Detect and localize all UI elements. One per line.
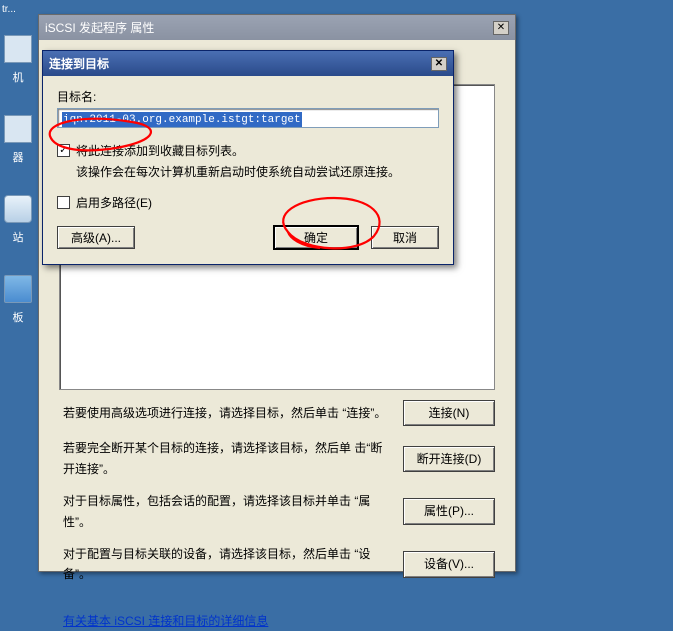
desktop-icon-label: 板 xyxy=(13,312,24,324)
desktop-icon-label: 站 xyxy=(13,232,24,244)
multipath-checkbox[interactable] xyxy=(57,196,70,209)
child-window-title: 连接到目标 xyxy=(49,55,109,72)
desktop-icon[interactable]: 器 xyxy=(2,115,34,165)
add-favorite-label: 将此连接添加到收藏目标列表。 xyxy=(76,142,244,159)
advanced-button[interactable]: 高级(A)... xyxy=(57,226,135,249)
add-favorite-checkbox[interactable] xyxy=(57,144,70,157)
instr-connect-text: 若要使用高级选项进行连接，请选择目标，然后单击 “连接”。 xyxy=(63,403,403,423)
instr-disconnect-text: 若要完全断开某个目标的连接，请选择该目标，然后单 击“断开连接”。 xyxy=(63,438,403,479)
devices-button[interactable]: 设备(V)... xyxy=(403,551,495,577)
target-name-field[interactable]: iqn.2011-03.org.example.istgt:target xyxy=(57,108,439,128)
ok-button[interactable]: 确定 xyxy=(273,225,359,250)
parent-title-bar[interactable]: iSCSI 发起程序 属性 ✕ xyxy=(39,15,515,40)
desktop-icon-column: tr... 机 器 站 板 xyxy=(0,0,36,355)
cancel-button[interactable]: 取消 xyxy=(371,226,439,249)
properties-button[interactable]: 属性(P)... xyxy=(403,498,495,524)
parent-window-title: iSCSI 发起程序 属性 xyxy=(45,19,154,36)
disconnect-button[interactable]: 断开连接(D) xyxy=(403,446,495,472)
desktop-icon-label: 机 xyxy=(13,72,24,84)
desktop-icon[interactable]: 机 xyxy=(2,35,34,85)
close-icon[interactable]: ✕ xyxy=(493,21,509,35)
desktop-icon-label: 器 xyxy=(13,152,24,164)
favorite-hint: 该操作会在每次计算机重新启动时使系统自动尝试还原连接。 xyxy=(76,163,439,180)
instr-devices-text: 对于配置与目标关联的设备，请选择该目标，然后单击 “设备”。 xyxy=(63,544,403,585)
desktop-icon[interactable]: 站 xyxy=(2,195,34,245)
target-name-value: iqn.2011-03.org.example.istgt:target xyxy=(62,112,302,128)
connect-to-target-dialog: 连接到目标 ✕ 目标名: iqn.2011-03.org.example.ist… xyxy=(42,50,454,265)
child-title-bar[interactable]: 连接到目标 ✕ xyxy=(43,51,453,76)
connect-button[interactable]: 连接(N) xyxy=(403,400,495,426)
close-icon[interactable]: ✕ xyxy=(431,57,447,71)
desktop-icon[interactable]: 板 xyxy=(2,275,34,325)
help-link[interactable]: 有关基本 iSCSI 连接和目标的详细信息 xyxy=(63,614,268,628)
multipath-label: 启用多路径(E) xyxy=(76,194,152,211)
instr-properties-text: 对于目标属性，包括会话的配置，请选择该目标并单击 “属性”。 xyxy=(63,491,403,532)
window-title-fragment: tr... xyxy=(0,2,36,25)
instructions-block: 若要使用高级选项进行连接，请选择目标，然后单击 “连接”。 连接(N) 若要完全… xyxy=(63,400,495,631)
target-name-label: 目标名: xyxy=(57,88,439,105)
